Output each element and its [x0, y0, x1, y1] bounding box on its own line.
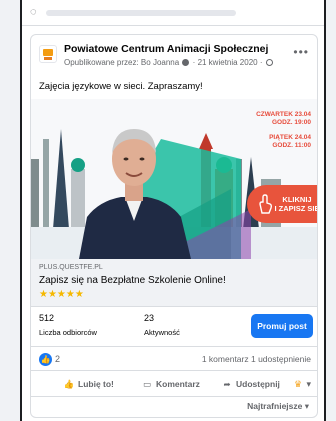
post-header: Powiatowe Centrum Animacji Społecznej Op…	[31, 35, 317, 75]
logo-base	[44, 57, 52, 60]
link-preview[interactable]: PLUS.QUESTFE.PL Zapisz się na Bezpłatne …	[31, 259, 317, 307]
share-arrow-icon: ➦	[223, 379, 231, 389]
like-reaction-icon[interactable]: 👍	[39, 353, 52, 366]
engagement-value: 23	[144, 313, 155, 323]
page-avatar-icon: ♛	[293, 379, 303, 389]
page-name-link[interactable]: Powiatowe Centrum Animacji Społecznej	[64, 43, 268, 55]
link-domain: PLUS.QUESTFE.PL	[39, 264, 103, 271]
like-count[interactable]: 2	[55, 354, 60, 364]
cta-text: KLIKNIJ I ZAPISZ SIĘ	[274, 195, 318, 213]
comment-sort-dropdown[interactable]: Najtrafniejsze ▾	[247, 401, 309, 412]
post-actions: 👍 Lubię to! ▭ Komentarz ➦ Udostępnij ♛ ▾	[31, 371, 317, 397]
schedule-time-1: GODZ. 19:00	[271, 119, 311, 126]
signup-cta-badge[interactable]: KLIKNIJ I ZAPISZ SIĘ	[247, 185, 317, 223]
schedule-day-2: PIĄTEK 24.04	[269, 134, 311, 141]
schedule-day-1: CZWARTEK 23.04	[256, 111, 311, 118]
previous-comment-input[interactable]	[46, 10, 236, 16]
page-avatar[interactable]	[39, 45, 57, 63]
info-icon[interactable]	[182, 59, 190, 66]
promote-post-button[interactable]: Promuj post	[251, 314, 313, 338]
event-schedule: CZWARTEK 23.04 GODZ. 19:00 PIĄTEK 24.04 …	[256, 111, 311, 150]
post-text: Zajęcia językowe w sieci. Zapraszamy!	[39, 81, 203, 92]
star-rating: ★★★★★	[39, 289, 84, 300]
reaction-selector[interactable]: ♛ ▾	[294, 375, 311, 393]
presenter-photo	[79, 129, 191, 259]
previous-post-edge: ◌	[22, 0, 324, 26]
reach-value: 512	[39, 313, 55, 323]
thumbs-up-icon: 👍	[63, 379, 75, 389]
speech-bubble-icon: ▭	[142, 379, 152, 389]
comment-icon: ◌	[30, 6, 37, 18]
engagement-label[interactable]: Aktywność	[144, 328, 180, 337]
published-by: Opublikowane przez: Bo Joanna	[64, 58, 180, 67]
logo-mark	[43, 49, 53, 56]
globe-icon	[265, 59, 273, 66]
hand-click-icon	[259, 194, 273, 214]
like-button[interactable]: 👍 Lubię to!	[63, 375, 114, 393]
more-options-button[interactable]: •••	[293, 45, 309, 59]
post-date[interactable]: 21 kwietnia 2020	[198, 58, 258, 67]
comment-button[interactable]: ▭ Komentarz	[141, 375, 200, 393]
share-button[interactable]: ➦ Udostępnij	[221, 375, 279, 393]
schedule-time-2: GODZ. 11:00	[272, 142, 311, 149]
reach-label[interactable]: Liczba odbiorców	[39, 328, 97, 337]
feed-column: ◌ Powiatowe Centrum Animacji Społecznej …	[20, 0, 326, 421]
post-image[interactable]: CZWARTEK 23.04 GODZ. 19:00 PIĄTEK 24.04 …	[31, 99, 317, 259]
insights-bar: 512 Liczba odbiorców 23 Aktywność Promuj…	[31, 307, 317, 347]
post-meta: Opublikowane przez: Bo Joanna · 21 kwiet…	[64, 58, 273, 67]
post-card: Powiatowe Centrum Animacji Społecznej Op…	[30, 34, 318, 418]
link-title[interactable]: Zapisz się na Bezpłatne Szkolenie Online…	[39, 275, 226, 286]
reactions-summary: 👍 2 1 komentarz 1 udostępnienie	[31, 347, 317, 371]
comments-shares-count[interactable]: 1 komentarz 1 udostępnienie	[202, 354, 311, 364]
